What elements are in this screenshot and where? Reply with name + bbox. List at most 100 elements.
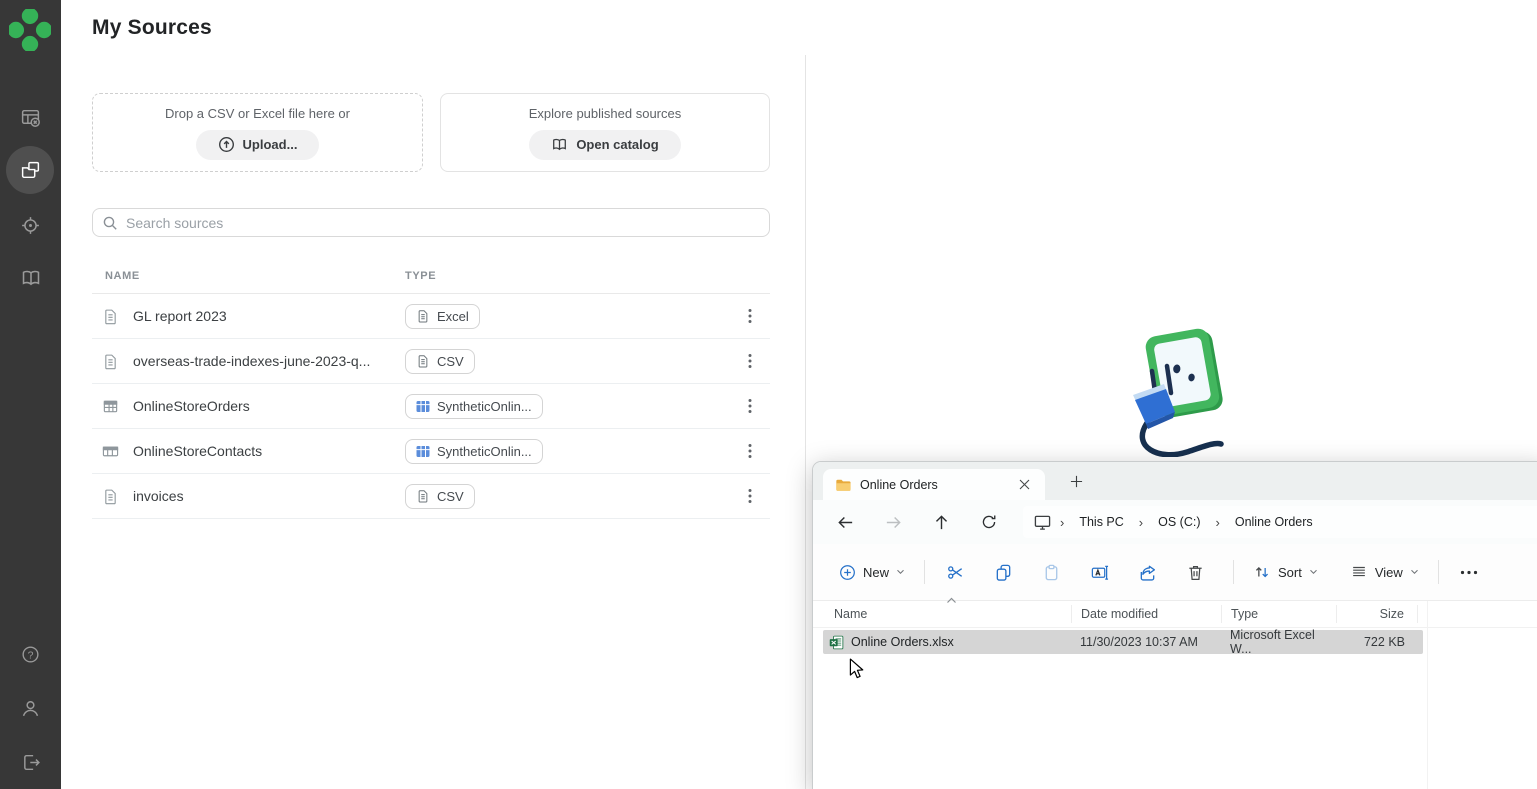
source-name: OnlineStoreContacts bbox=[133, 443, 262, 459]
toolbar-separator bbox=[1233, 560, 1234, 584]
file-type: Microsoft Excel W... bbox=[1221, 628, 1336, 656]
toolbar-separator bbox=[924, 560, 925, 584]
csv-badge-icon bbox=[416, 489, 430, 503]
sort-icon bbox=[1253, 563, 1271, 581]
main-pane: My Sources Drop a CSV or Excel file here… bbox=[61, 0, 805, 789]
cut-button[interactable] bbox=[935, 555, 975, 589]
sidebar-item-account[interactable] bbox=[0, 684, 61, 732]
close-icon bbox=[1019, 479, 1030, 490]
sidebar-item-reports[interactable] bbox=[0, 93, 61, 141]
chevron-down-icon bbox=[1410, 569, 1419, 575]
sidebar-item-logout[interactable] bbox=[0, 738, 61, 786]
upload-button[interactable]: Upload... bbox=[196, 130, 320, 160]
document-icon bbox=[102, 353, 119, 370]
share-button[interactable] bbox=[1127, 555, 1167, 589]
excel-file-icon bbox=[829, 635, 844, 650]
rename-icon bbox=[1090, 563, 1109, 582]
type-badge: CSV bbox=[405, 349, 475, 374]
row-menu-button[interactable] bbox=[730, 398, 770, 414]
search-sources-input[interactable] bbox=[126, 215, 760, 231]
tab-title: Online Orders bbox=[860, 478, 1004, 492]
explorer-tab[interactable]: Online Orders bbox=[823, 469, 1045, 500]
file-dropzone[interactable]: Drop a CSV or Excel file here or Upload.… bbox=[92, 93, 423, 172]
breadcrumb-online-orders[interactable]: Online Orders bbox=[1228, 512, 1320, 532]
search-sources-box[interactable] bbox=[92, 208, 770, 237]
tab-close-button[interactable] bbox=[1013, 474, 1035, 496]
type-badge-label: Excel bbox=[437, 309, 469, 324]
open-catalog-button[interactable]: Open catalog bbox=[529, 130, 680, 160]
see-more-button[interactable] bbox=[1449, 555, 1489, 589]
cut-scissors-icon bbox=[946, 563, 965, 582]
paste-clipboard-icon bbox=[1042, 563, 1061, 582]
source-row-gl-report[interactable]: GL report 2023 Excel bbox=[92, 294, 770, 339]
type-badge: CSV bbox=[405, 484, 475, 509]
plug bbox=[1133, 366, 1175, 429]
row-menu-button[interactable] bbox=[730, 308, 770, 324]
rename-button[interactable] bbox=[1079, 555, 1119, 589]
type-badge: Excel bbox=[405, 304, 480, 329]
file-column-name[interactable]: Name bbox=[813, 605, 1071, 623]
sort-button[interactable]: Sort bbox=[1244, 555, 1327, 589]
type-badge: SyntheticOnlin... bbox=[405, 394, 543, 419]
column-guide-line bbox=[1427, 601, 1428, 789]
app-logo[interactable] bbox=[9, 9, 51, 51]
row-menu-button[interactable] bbox=[730, 488, 770, 504]
view-button-label: View bbox=[1375, 565, 1403, 580]
breadcrumb-this-pc[interactable]: This PC bbox=[1072, 512, 1130, 532]
breadcrumb-chevron: › bbox=[1058, 515, 1066, 530]
page-title: My Sources bbox=[92, 16, 212, 40]
copy-icon bbox=[994, 563, 1013, 582]
chevron-down-icon bbox=[1309, 569, 1318, 575]
delete-button[interactable] bbox=[1175, 555, 1215, 589]
excel-badge-icon bbox=[416, 309, 430, 323]
document-icon bbox=[102, 488, 119, 505]
view-button[interactable]: View bbox=[1341, 555, 1428, 589]
app-sidebar: ? bbox=[0, 0, 61, 789]
file-column-size[interactable]: Size bbox=[1336, 605, 1418, 623]
sources-table: NAME TYPE GL report 2023 Ex bbox=[92, 258, 770, 519]
trash-icon bbox=[1186, 563, 1205, 582]
sidebar-item-catalog[interactable] bbox=[0, 254, 61, 302]
explorer-toolbar: New bbox=[813, 544, 1537, 601]
sidebar-item-sources[interactable] bbox=[0, 146, 61, 194]
sidebar-item-help[interactable]: ? bbox=[0, 630, 61, 678]
file-column-type[interactable]: Type bbox=[1221, 605, 1336, 623]
type-badge-label: CSV bbox=[437, 489, 464, 504]
address-bar[interactable]: › This PC › OS (C:) › Online Orders bbox=[1023, 506, 1537, 538]
open-catalog-label: Open catalog bbox=[576, 137, 658, 152]
upload-button-label: Upload... bbox=[243, 137, 298, 152]
kebab-menu-icon bbox=[748, 308, 752, 324]
file-date-modified: 11/30/2023 10:37 AM bbox=[1071, 635, 1221, 649]
up-button[interactable] bbox=[924, 507, 958, 537]
new-tab-button[interactable] bbox=[1064, 469, 1088, 493]
kebab-menu-icon bbox=[748, 488, 752, 504]
table-dataset-icon bbox=[102, 398, 119, 415]
sources-table-header: NAME TYPE bbox=[92, 258, 770, 294]
file-column-date-modified[interactable]: Date modified bbox=[1071, 605, 1221, 623]
refresh-button[interactable] bbox=[972, 507, 1006, 537]
document-icon bbox=[102, 308, 119, 325]
row-menu-button[interactable] bbox=[730, 443, 770, 459]
share-icon bbox=[1138, 563, 1157, 582]
paste-button[interactable] bbox=[1031, 555, 1071, 589]
folder-icon bbox=[835, 478, 851, 492]
source-row-invoices[interactable]: invoices CSV bbox=[92, 474, 770, 519]
copy-button[interactable] bbox=[983, 555, 1023, 589]
source-row-overseas-trade[interactable]: overseas-trade-indexes-june-2023-q... CS… bbox=[92, 339, 770, 384]
new-button[interactable]: New bbox=[830, 555, 914, 589]
file-row-online-orders[interactable]: Online Orders.xlsx 11/30/2023 10:37 AM M… bbox=[823, 630, 1423, 654]
forward-button[interactable] bbox=[876, 507, 910, 537]
row-menu-button[interactable] bbox=[730, 353, 770, 369]
this-pc-icon bbox=[1033, 514, 1052, 531]
new-plus-circle-icon bbox=[839, 564, 856, 581]
pane-divider bbox=[805, 55, 806, 789]
file-size: 722 KB bbox=[1336, 635, 1414, 649]
back-button[interactable] bbox=[828, 507, 862, 537]
source-row-onlinestorecontacts[interactable]: OnlineStoreContacts SyntheticOnlin... bbox=[92, 429, 770, 474]
breadcrumb-os-c[interactable]: OS (C:) bbox=[1151, 512, 1207, 532]
kebab-menu-icon bbox=[748, 443, 752, 459]
user-icon bbox=[20, 698, 41, 719]
arrow-left-icon bbox=[836, 513, 855, 532]
sidebar-item-explore[interactable] bbox=[0, 201, 61, 249]
source-row-onlinestoreorders[interactable]: OnlineStoreOrders SyntheticOnlin... bbox=[92, 384, 770, 429]
